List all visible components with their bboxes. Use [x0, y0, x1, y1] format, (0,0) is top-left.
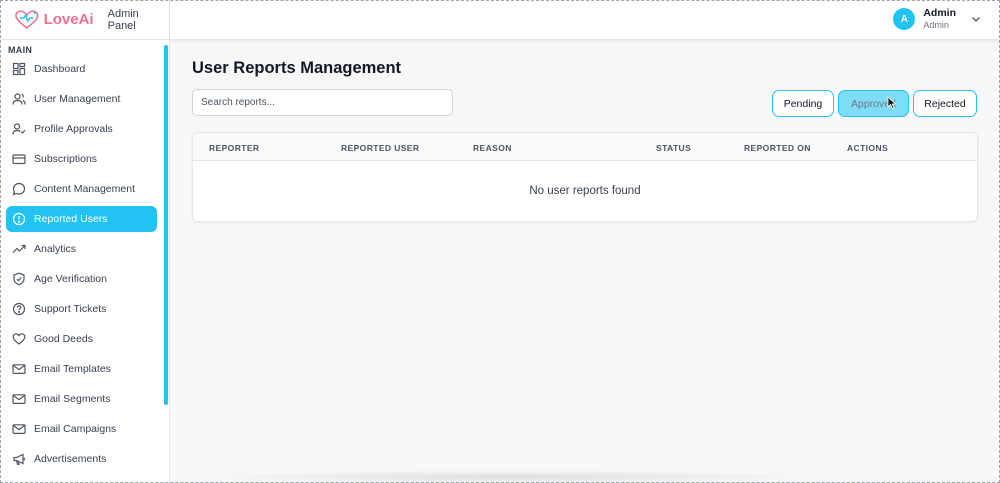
sidebar-nav: Dashboard User Management Profile Approv… [0, 56, 169, 472]
page-title: User Reports Management [192, 59, 402, 77]
sidebar-item-label: Email Segments [34, 393, 111, 405]
user-name: Admin [923, 7, 956, 19]
search-input[interactable] [192, 89, 453, 116]
heart-icon [12, 332, 26, 346]
reports-table: REPORTER REPORTED USER REASON STATUS REP… [192, 132, 978, 222]
bottom-shadow [200, 470, 820, 483]
sidebar-item-label: Support Tickets [34, 303, 107, 315]
sidebar-item-age-verification[interactable]: Age Verification [6, 266, 157, 292]
sidebar-item-label: Reported Users [34, 213, 108, 225]
table-header: REPORTER REPORTED USER REASON STATUS REP… [193, 133, 977, 161]
sidebar-item-analytics[interactable]: Analytics [6, 236, 157, 262]
mail-icon [12, 392, 26, 406]
dashboard-icon [12, 62, 26, 76]
column-header-actions: ACTIONS [847, 143, 889, 153]
sidebar-item-user-management[interactable]: User Management [6, 86, 157, 112]
alert-circle-icon [12, 212, 26, 226]
sidebar-item-dashboard[interactable]: Dashboard [6, 56, 157, 82]
sidebar-item-email-campaigns[interactable]: Email Campaigns [6, 416, 157, 442]
sidebar-item-label: Advertisements [34, 453, 107, 465]
sidebar-item-label: User Management [34, 93, 121, 105]
heart-logo-icon [15, 9, 39, 29]
sidebar-item-email-segments[interactable]: Email Segments [6, 386, 157, 412]
sidebar-item-support-tickets[interactable]: Support Tickets [6, 296, 157, 322]
user-info: Admin Admin [923, 7, 956, 31]
top-bar: A Admin Admin [170, 0, 1000, 40]
sidebar-item-label: Age Verification [34, 273, 107, 285]
avatar: A [893, 8, 916, 30]
user-check-icon [12, 122, 26, 136]
column-header-reported-user: REPORTED USER [341, 143, 420, 153]
sidebar-item-reported-users[interactable]: Reported Users [6, 206, 157, 232]
mouse-cursor-icon [887, 96, 897, 110]
brand-name: LoveAi [43, 11, 94, 28]
filter-rejected-button[interactable]: Rejected [913, 90, 977, 117]
filter-pending-button[interactable]: Pending [772, 90, 834, 117]
main-content: User Reports Management Pending Approved… [170, 41, 1000, 483]
sidebar-item-email-templates[interactable]: Email Templates [6, 356, 157, 382]
mail-icon [12, 362, 26, 376]
credit-card-icon [12, 152, 26, 166]
sidebar-scrollbar[interactable] [164, 45, 168, 405]
shield-check-icon [12, 272, 26, 286]
brand-subtitle: Admin Panel [107, 7, 139, 32]
users-icon [12, 92, 26, 106]
chevron-down-icon [972, 17, 980, 22]
column-header-reason: REASON [473, 143, 512, 153]
sidebar-item-label: Analytics [34, 243, 77, 255]
sidebar: LoveAi Admin Panel MAIN Dashboard User M… [0, 0, 170, 483]
sidebar-item-label: Email Templates [34, 363, 111, 375]
empty-state-message: No user reports found [529, 185, 641, 197]
column-header-reported-on: REPORTED ON [744, 143, 811, 153]
sidebar-item-subscriptions[interactable]: Subscriptions [6, 146, 157, 172]
sidebar-item-advertisements[interactable]: Advertisements [6, 446, 157, 472]
user-role: Admin [923, 20, 949, 30]
help-circle-icon [12, 302, 26, 316]
column-header-reporter: REPORTER [209, 143, 260, 153]
sidebar-item-profile-approvals[interactable]: Profile Approvals [6, 116, 157, 142]
message-circle-icon [12, 182, 26, 196]
sidebar-item-good-deeds[interactable]: Good Deeds [6, 326, 157, 352]
sidebar-item-label: Dashboard [34, 63, 86, 75]
filter-approved-button[interactable]: Approved [838, 90, 909, 117]
section-label-main: MAIN [8, 45, 33, 55]
sidebar-item-content-management[interactable]: Content Management [6, 176, 157, 202]
user-menu[interactable]: A Admin Admin [893, 7, 982, 31]
trending-up-icon [12, 242, 26, 256]
sidebar-item-label: Subscriptions [34, 153, 98, 165]
column-header-status: STATUS [656, 143, 692, 153]
sidebar-item-label: Profile Approvals [34, 123, 113, 135]
sidebar-item-label: Good Deeds [34, 333, 93, 345]
sidebar-item-label: Email Campaigns [34, 423, 117, 435]
mail-icon [12, 422, 26, 436]
sidebar-item-label: Content Management [34, 183, 135, 195]
brand[interactable]: LoveAi Admin Panel [0, 0, 169, 40]
megaphone-icon [12, 452, 26, 466]
